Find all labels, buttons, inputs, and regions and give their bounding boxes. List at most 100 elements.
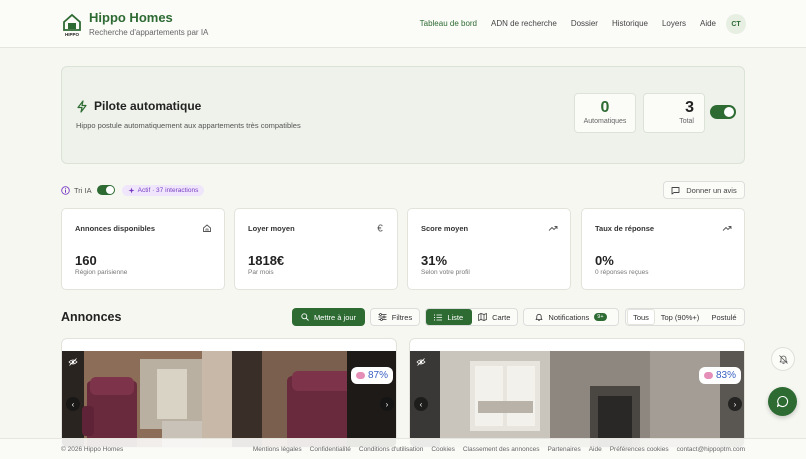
chat-assistant-button[interactable]	[768, 387, 797, 416]
info-circle-icon[interactable]	[61, 185, 70, 195]
listing-photo[interactable]: 87% ‹ ›	[62, 351, 396, 447]
view-map-label: Carte	[492, 312, 511, 322]
autopilot-header: Pilote automatique	[76, 99, 201, 113]
hippo-logo-icon[interactable]: HIPPO	[61, 11, 83, 37]
kpi-taux-de-reponse: Taux de réponse 0% 0 réponses reçues	[581, 208, 745, 290]
filters-label: Filtres	[391, 312, 413, 322]
footer-link-contact-email[interactable]: contact@hippoptm.com	[677, 446, 745, 453]
autopilot-title: Pilote automatique	[94, 99, 202, 113]
nav-adn-de-recherche[interactable]: ADN de recherche	[491, 14, 557, 34]
notifications-button[interactable]: Notifications 9+	[523, 308, 619, 326]
ai-status-text: Actif · 37 interactions	[137, 186, 199, 194]
list-icon	[434, 314, 443, 320]
kpi-annonces-disponibles: Annonces disponibles 160 Région parisien…	[61, 208, 225, 290]
apartment-photo-image	[62, 351, 396, 447]
brand-name[interactable]: Hippo Homes	[89, 10, 173, 25]
listing-card[interactable]: 83% ‹ ›	[409, 338, 745, 448]
match-score-badge: 87%	[350, 367, 393, 384]
kpi-subtitle: Région parisienne	[75, 269, 128, 276]
footer-link-cookies[interactable]: Cookies	[431, 446, 454, 453]
kpi-value: 160	[75, 253, 97, 268]
nav-dossier[interactable]: Dossier	[571, 14, 598, 34]
brain-icon	[355, 372, 365, 379]
notifications-count-badge: 9+	[594, 313, 607, 321]
stat-automatiques-label: Automatiques	[583, 118, 627, 125]
footer-link-classement[interactable]: Classement des annonces	[463, 446, 540, 453]
bell-icon	[536, 313, 543, 321]
footer-link-conditions[interactable]: Conditions d'utilisation	[359, 446, 423, 453]
nav-historique[interactable]: Historique	[612, 14, 648, 34]
footer-copyright: © 2026 Hippo Homes	[61, 446, 124, 453]
match-score-value: 87%	[367, 370, 388, 381]
kpi-title: Annonces disponibles	[75, 224, 156, 233]
listings-title: Annonces	[61, 310, 122, 324]
footer-link-partenaires[interactable]: Partenaires	[547, 446, 580, 453]
feedback-button[interactable]: Donner un avis	[663, 181, 745, 199]
update-label: Mettre à jour	[313, 312, 357, 322]
ai-sort-toggle[interactable]	[96, 185, 115, 195]
tab-tous[interactable]: Tous	[627, 309, 655, 325]
tab-postule[interactable]: Postulé	[705, 309, 743, 325]
photo-next-button[interactable]: ›	[728, 397, 742, 411]
view-map-option[interactable]: Carte	[472, 309, 518, 325]
home-icon	[203, 224, 211, 232]
kpi-value: 0%	[595, 253, 614, 268]
kpi-title: Loyer moyen	[248, 224, 295, 233]
match-score-badge: 83%	[698, 367, 741, 384]
chat-icon	[776, 395, 789, 408]
ai-status-badge: Actif · 37 interactions	[121, 184, 205, 196]
view-toggle: Liste Carte	[425, 308, 518, 326]
kpi-value: 1818€	[248, 253, 285, 268]
stat-automatiques-value: 0	[600, 99, 610, 116]
photo-next-button[interactable]: ›	[380, 397, 394, 411]
tab-top-90[interactable]: Top (90%+)	[655, 309, 705, 325]
listing-card[interactable]: 87% ‹ ›	[61, 338, 397, 448]
notifications-label: Notifications	[548, 312, 590, 322]
map-icon	[478, 313, 487, 321]
user-avatar[interactable]: CT	[726, 14, 746, 34]
footer-link-mentions-legales[interactable]: Mentions légales	[253, 446, 302, 453]
feedback-label: Donner un avis	[686, 185, 737, 195]
apartment-photo-image	[410, 351, 744, 447]
photo-prev-button[interactable]: ‹	[414, 397, 428, 411]
filters-button[interactable]: Filtres	[370, 308, 420, 326]
eye-off-icon[interactable]	[68, 357, 78, 367]
match-score-value: 83%	[715, 370, 736, 381]
nav-aide[interactable]: Aide	[700, 14, 716, 34]
listing-filter-tabs: Tous Top (90%+) Postulé	[625, 308, 745, 326]
photo-prev-button[interactable]: ‹	[66, 397, 80, 411]
footer-links: Mentions légales Confidentialité Conditi…	[245, 446, 745, 453]
euro-icon: €	[377, 224, 383, 234]
search-icon	[301, 313, 309, 321]
view-list-label: Liste	[447, 312, 464, 322]
mute-notifications-button[interactable]	[771, 347, 795, 371]
footer-link-preferences-cookies[interactable]: Préférences cookies	[610, 446, 669, 453]
kpi-loyer-moyen: Loyer moyen € 1818€ Par mois	[234, 208, 398, 290]
listing-photo[interactable]: 83% ‹ ›	[410, 351, 744, 447]
main-nav: Tableau de bord ADN de recherche Dossier…	[406, 14, 746, 34]
kpi-subtitle: Par mois	[248, 269, 274, 276]
ai-sort-label: Tri IA	[74, 185, 92, 195]
brain-icon	[703, 372, 713, 379]
view-list-option[interactable]: Liste	[426, 309, 472, 325]
trend-up-icon	[722, 226, 732, 231]
ai-sort-row: Tri IA Actif · 37 interactions	[61, 183, 205, 197]
stat-total-label: Total	[679, 118, 694, 125]
kpi-score-moyen: Score moyen 31% Selon votre profil	[407, 208, 571, 290]
lightning-icon	[77, 99, 87, 113]
kpi-title: Taux de réponse	[595, 224, 655, 233]
footer-link-aide[interactable]: Aide	[589, 446, 602, 453]
nav-tableau-de-bord[interactable]: Tableau de bord	[420, 14, 477, 34]
autopilot-description: Hippo postule automatiquement aux appart…	[76, 121, 301, 130]
trend-up-icon	[548, 226, 558, 231]
brand-tagline: Recherche d'appartements par IA	[89, 28, 209, 37]
stat-total-value: 3	[685, 99, 694, 116]
eye-off-icon[interactable]	[416, 357, 426, 367]
autopilot-toggle[interactable]	[710, 105, 736, 119]
bell-off-icon	[778, 354, 788, 364]
nav-loyers[interactable]: Loyers	[662, 14, 686, 34]
update-button[interactable]: Mettre à jour	[292, 308, 365, 326]
kpi-subtitle: 0 réponses reçues	[595, 269, 649, 276]
kpi-title: Score moyen	[421, 224, 469, 233]
footer-link-confidentialite[interactable]: Confidentialité	[310, 446, 351, 453]
